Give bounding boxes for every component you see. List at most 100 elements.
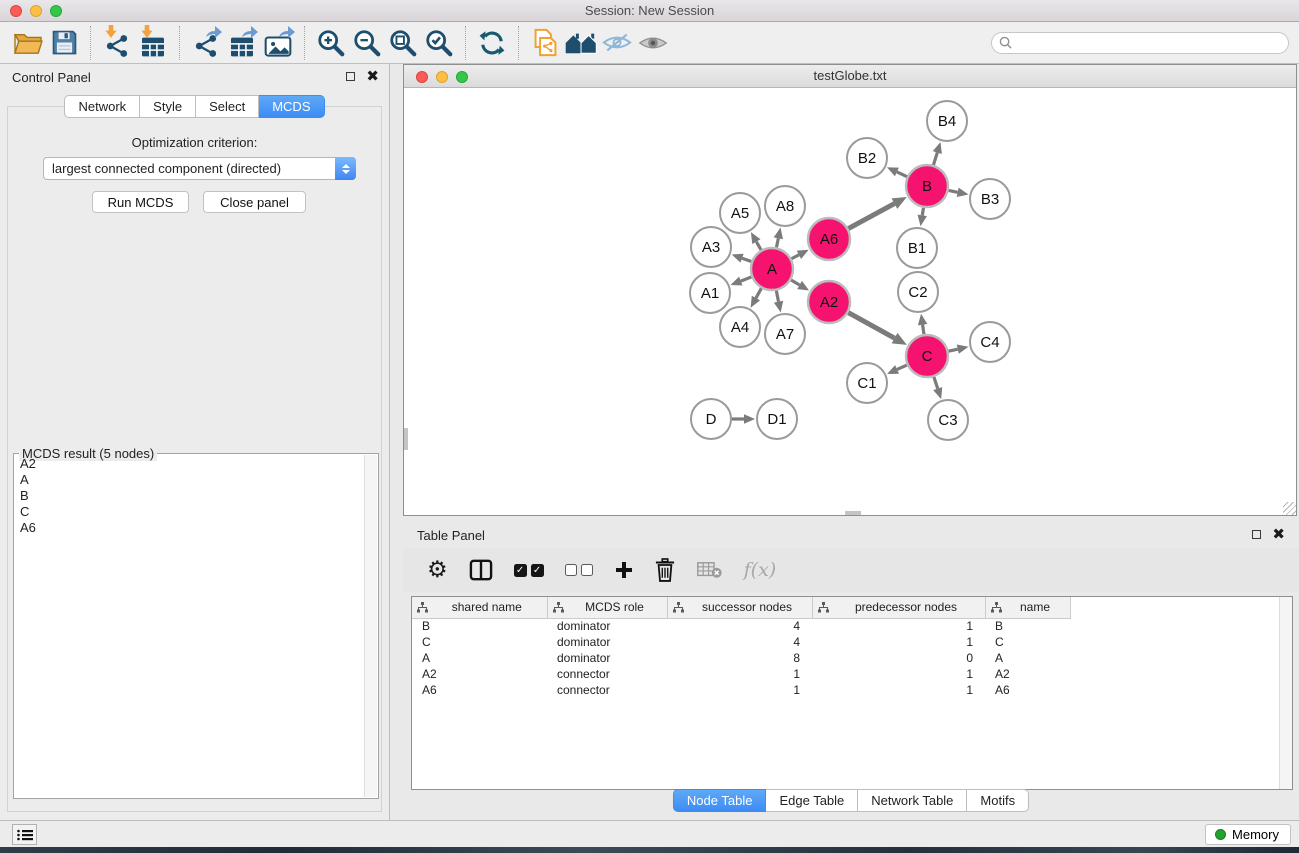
export-image-icon[interactable] [260,25,296,61]
graph-node-A5[interactable]: A5 [720,193,760,233]
table-row[interactable]: Cdominator41C [412,634,1280,650]
graph-edge-A-A5[interactable] [756,242,761,250]
close-window-icon[interactable] [10,5,22,17]
graph-node-C1[interactable]: C1 [847,363,887,403]
refresh-layout-icon[interactable] [474,25,510,61]
graph-edge-C-C1[interactable] [897,365,907,369]
tab-node-table[interactable]: Node Table [673,789,767,812]
graph-edge-A2-C[interactable] [848,313,894,339]
float-panel-icon[interactable] [346,72,355,81]
delete-columns-icon[interactable] [655,558,675,582]
table-row[interactable]: A6connector11A6 [412,682,1280,698]
column-header-predecessor-nodes[interactable]: predecessor nodes [812,597,985,618]
tab-style[interactable]: Style [140,95,196,118]
graph-node-B1[interactable]: B1 [897,228,937,268]
table-row[interactable]: A2connector11A2 [412,666,1280,682]
new-network-from-selection-icon[interactable] [527,25,563,61]
table-row[interactable]: Bdominator41B [412,618,1280,634]
graph-node-B[interactable]: B [906,165,948,207]
close-table-panel-icon[interactable]: ✖ [1272,529,1285,540]
save-session-icon[interactable] [46,25,82,61]
mcds-result-item[interactable]: B [15,488,363,504]
deselect-all-icon[interactable] [565,564,593,576]
task-history-button[interactable] [12,824,37,845]
eye-icon[interactable] [635,25,671,61]
zoom-out-icon[interactable] [349,25,385,61]
column-header-shared-name[interactable]: shared name [412,597,547,618]
resize-grip[interactable] [1283,502,1296,515]
left-scrollbar-thumb[interactable] [404,428,408,450]
bottom-scrollbar-thumb[interactable] [845,511,861,515]
graph-edge-A-A4[interactable] [756,288,761,298]
graph-node-C2[interactable]: C2 [898,272,938,312]
graph-edge-C-C4[interactable] [948,349,957,351]
search-input[interactable] [1017,34,1288,52]
graph-edge-A6-B[interactable] [848,204,894,229]
export-network-icon[interactable] [188,25,224,61]
close-panel-button[interactable]: Close panel [203,191,306,213]
column-header-successor-nodes[interactable]: successor nodes [667,597,812,618]
mcds-result-item[interactable]: A6 [15,520,363,536]
tab-mcds[interactable]: MCDS [259,95,324,118]
maximize-network-window-icon[interactable] [456,71,468,83]
search-box[interactable] [991,32,1289,54]
graph-node-A1[interactable]: A1 [690,273,730,313]
tab-network[interactable]: Network [64,95,140,118]
graph-node-A7[interactable]: A7 [765,314,805,354]
table-scrollbar[interactable] [1279,597,1292,789]
show-hide-graphics-details-icon[interactable] [599,25,635,61]
graph-edge-B-B3[interactable] [949,190,958,192]
import-network-icon[interactable] [99,25,135,61]
graph-node-C3[interactable]: C3 [928,400,968,440]
graph-edge-A-A3[interactable] [742,258,751,261]
network-canvas[interactable]: AA1A2A3A4A5A6A7A8BB1B2B3B4CC1C2C3C4DD1 [404,88,1296,515]
graph-edge-C-C3[interactable] [934,377,938,389]
graph-edge-A-A1[interactable] [741,277,752,281]
add-column-icon[interactable] [614,560,634,580]
column-header-name[interactable]: name [985,597,1070,618]
graph-node-B2[interactable]: B2 [847,138,887,178]
float-table-panel-icon[interactable] [1252,530,1261,539]
graph-edge-A-A2[interactable] [791,280,800,285]
run-mcds-button[interactable]: Run MCDS [92,191,189,213]
graph-edge-B-B2[interactable] [897,172,907,177]
maximize-window-icon[interactable] [50,5,62,17]
graph-node-A8[interactable]: A8 [765,186,805,226]
close-network-window-icon[interactable] [416,71,428,83]
export-table-icon[interactable] [224,25,260,61]
graph-edge-A-A6[interactable] [791,255,798,259]
graph-node-B4[interactable]: B4 [927,101,967,141]
optimization-criterion-dropdown[interactable]: largest connected component (directed) [43,157,356,180]
graph-edge-A-A8[interactable] [776,238,778,247]
graph-node-D[interactable]: D [691,399,731,439]
first-neighbors-icon[interactable] [563,25,599,61]
tab-select[interactable]: Select [196,95,259,118]
minimize-network-window-icon[interactable] [436,71,448,83]
close-panel-icon[interactable]: ✖ [366,71,379,82]
show-column-icon[interactable] [469,559,493,581]
mcds-result-item[interactable]: A [15,472,363,488]
tab-edge-table[interactable]: Edge Table [766,789,858,812]
graph-node-C[interactable]: C [906,335,948,377]
mcds-list-scrollbar[interactable] [364,455,377,797]
graph-edge-B-B4[interactable] [933,153,937,165]
graph-node-D1[interactable]: D1 [757,399,797,439]
tab-network-table[interactable]: Network Table [858,789,967,812]
column-header-MCDS-role[interactable]: MCDS role [547,597,667,618]
select-all-icon[interactable]: ✓✓ [514,564,544,577]
open-session-icon[interactable] [10,25,46,61]
graph-edge-B-B1[interactable] [922,208,923,216]
graph-node-C4[interactable]: C4 [970,322,1010,362]
graph-edge-A-A7[interactable] [776,291,778,302]
graph-node-A4[interactable]: A4 [720,307,760,347]
graph-node-A6[interactable]: A6 [808,218,850,260]
memory-button[interactable]: Memory [1205,824,1291,845]
zoom-selected-icon[interactable] [421,25,457,61]
mcds-result-item[interactable]: A2 [15,456,363,472]
import-table-icon[interactable] [135,25,171,61]
table-options-gear-icon[interactable]: ⚙ [427,559,448,582]
graph-node-B3[interactable]: B3 [970,179,1010,219]
graph-edge-C-C2[interactable] [923,325,924,335]
function-builder-icon[interactable]: f(x) [744,559,777,581]
network-window-titlebar[interactable]: testGlobe.txt [404,65,1296,88]
